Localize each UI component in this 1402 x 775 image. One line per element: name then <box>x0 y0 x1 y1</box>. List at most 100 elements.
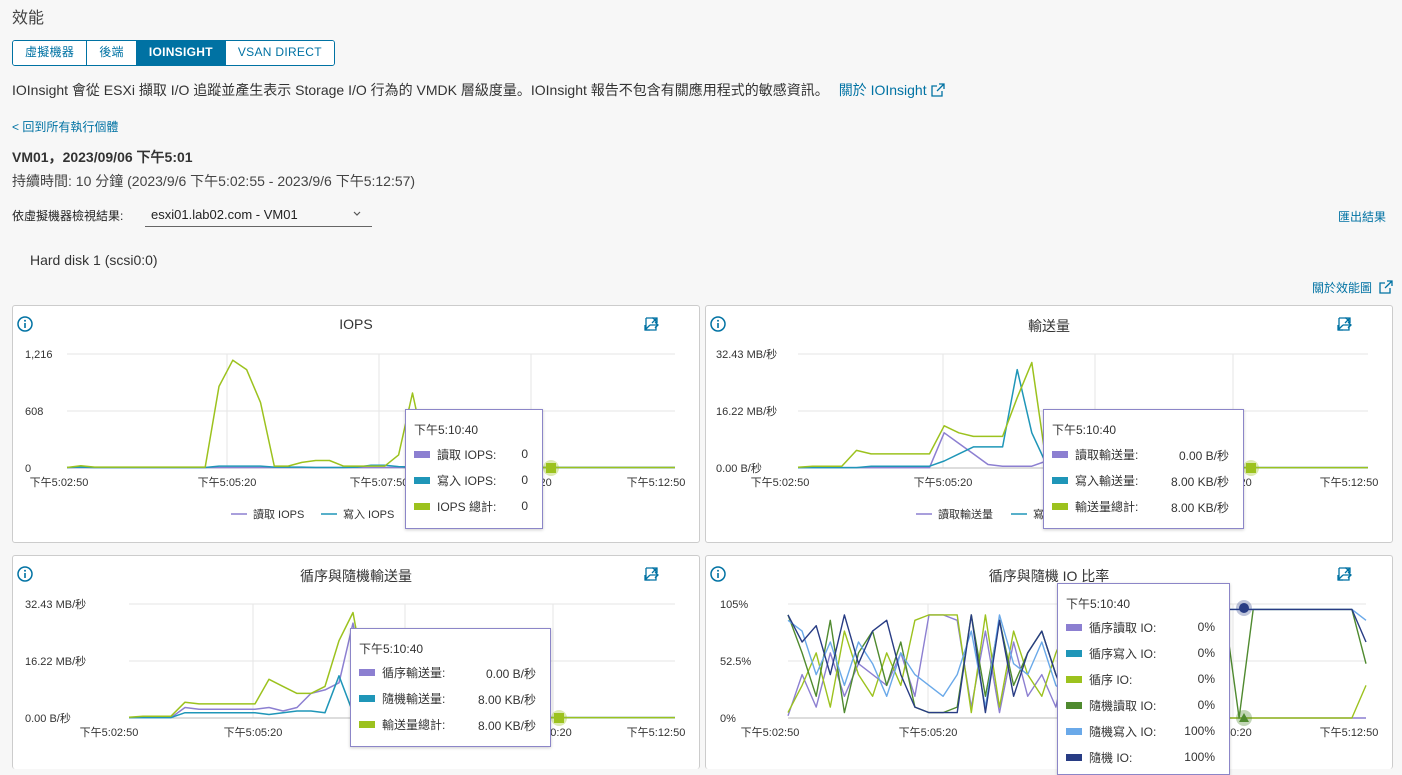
x-tick-label: 下午5:07:50 <box>350 476 409 489</box>
tooltip-label: 輸送量總計: <box>1075 500 1139 514</box>
iops-chart[interactable]: 1,2166080下午5:02:50下午5:05:20下午5:07:500:20… <box>13 306 699 542</box>
y-tick-label: 608 <box>25 406 43 418</box>
tooltip-row: 隨機輸送量: <box>359 691 445 707</box>
tooltip-label: 循序 IO: <box>1089 673 1133 687</box>
about-ioinsight-label: 關於 IOInsight <box>838 82 927 98</box>
x-tick-label: 下午5:02:50 <box>80 726 139 739</box>
series-line <box>66 359 675 469</box>
tooltip-row: IOPS 總計: <box>414 499 496 515</box>
legend-swatch <box>414 503 430 510</box>
tooltip-row: 寫入輸送量: <box>1052 473 1138 489</box>
seq-random-ratio-card: 105% 52.5% 0% 下午5:02:50 下午5:05:20 0:20 下午5:12:… <box>705 555 1393 775</box>
tooltip-row: 隨機寫入 IO: <box>1066 724 1156 740</box>
tooltip-label: 循序輸送量: <box>382 666 446 680</box>
seq-random-throughput-title: 循序與隨機輸送量 <box>13 566 699 586</box>
x-tick-label: 0:20 <box>550 727 571 739</box>
tooltip-label: 隨機輸送量: <box>382 692 446 706</box>
external-link-icon <box>1379 280 1394 294</box>
tooltip-label: 隨機 IO: <box>1089 751 1133 765</box>
seq-random-ratio-title: 循序與隨機 IO 比率 <box>706 566 1392 586</box>
seq-random-ratio-title-text: 循序與隨機 IO 比率 <box>988 568 1110 584</box>
hover-marker <box>546 463 556 473</box>
y-tick-label: 16.22 MB/秒 <box>716 404 777 418</box>
x-tick-label: 下午5:05:20 <box>899 726 958 739</box>
y-tick-label: 1,216 <box>25 349 53 361</box>
tooltip-label: 隨機讀取 IO: <box>1089 699 1157 713</box>
tab-vm[interactable]: 虛擬機器 <box>13 41 88 65</box>
tooltip-value: 100% <box>1184 724 1215 738</box>
expand-icon[interactable] <box>1337 566 1380 582</box>
tooltip-label: 循序讀取 IO: <box>1089 621 1157 635</box>
seq-random-ratio-tooltip: 下午5:10:40 循序讀取 IO: 0% 循序寫入 IO: 0% 循序 IO:… <box>1057 583 1230 775</box>
legend-swatch <box>1052 451 1068 458</box>
throughput-chart-title: 輸送量 <box>706 316 1392 336</box>
about-chart-link[interactable]: 關於效能圖 <box>1312 279 1394 296</box>
page-title: 效能 <box>12 10 45 27</box>
vm-filter-value: esxi01.lab02.com - VM01 <box>151 207 298 222</box>
external-link-icon <box>930 83 945 97</box>
x-tick-label: 下午5:12:50 <box>1320 476 1379 489</box>
tooltip-time: 下午5:10:40 <box>1066 597 1131 611</box>
tab-vsan-direct[interactable]: VSAN DIRECT <box>225 41 334 65</box>
tooltip-value: 0 <box>521 447 528 461</box>
tooltip-row: 循序輸送量: <box>359 665 445 681</box>
legend-swatch <box>359 721 375 728</box>
tab-ioinsight[interactable]: IOINSIGHT <box>136 41 226 65</box>
x-tick-label: 下午5:12:50 <box>627 726 686 739</box>
info-icon[interactable] <box>17 566 33 582</box>
tooltip-label: 隨機寫入 IO: <box>1089 725 1157 739</box>
tooltip-label: 寫入輸送量: <box>1075 474 1139 488</box>
iops-chart-card: 1,2166080下午5:02:50下午5:05:20下午5:07:500:20… <box>12 305 700 543</box>
tooltip-value: 0% <box>1197 646 1215 660</box>
duration-text: 持續時間: 10 分鐘 (2023/9/6 下午5:02:55 - 2023/9… <box>12 173 416 189</box>
info-icon[interactable] <box>710 566 726 582</box>
tooltip-value: 8.00 KB/秒 <box>1170 475 1229 489</box>
y-tick-label: 16.22 MB/秒 <box>25 654 86 668</box>
throughput-tooltip: 下午5:10:40 讀取輸送量: 0.00 B/秒 寫入輸送量: 8.00 KB… <box>1043 409 1244 529</box>
tooltip-value: 8.00 KB/秒 <box>477 719 536 733</box>
legend-swatch <box>1066 754 1082 761</box>
expand-icon[interactable] <box>644 566 687 582</box>
hover-marker <box>554 713 564 723</box>
seq-random-ratio-chart[interactable]: 105% 52.5% 0% 下午5:02:50 下午5:05:20 0:20 下午5:12:… <box>706 556 1392 769</box>
tooltip-value: 0.00 B/秒 <box>485 667 536 681</box>
x-tick-label: 下午5:02:50 <box>751 476 810 489</box>
info-icon[interactable] <box>710 316 726 332</box>
tab-backend[interactable]: 後端 <box>87 41 137 65</box>
tab-bar: 虛擬機器 後端 IOINSIGHT VSAN DIRECT <box>12 40 335 66</box>
legend-swatch <box>414 477 430 484</box>
tooltip-time: 下午5:10:40 <box>359 642 424 656</box>
expand-icon[interactable] <box>644 316 687 332</box>
throughput-chart-card: 32.43 MB/秒 16.22 MB/秒 0.00 B/秒 下午5:02:50 下午5… <box>705 305 1393 543</box>
tooltip-label: 讀取輸送量: <box>1075 448 1139 462</box>
tooltip-row: 寫入 IOPS: <box>414 473 496 489</box>
tooltip-value: 8.00 KB/秒 <box>1170 501 1229 515</box>
tooltip-row: 讀取 IOPS: <box>414 447 496 463</box>
vm-filter-select[interactable]: esxi01.lab02.com - VM01 <box>145 204 372 227</box>
legend-label: 讀取輸送量 <box>938 507 993 521</box>
info-icon[interactable] <box>17 316 33 332</box>
legend-swatch <box>1066 650 1082 657</box>
about-ioinsight-link[interactable]: 關於 IOInsight <box>839 82 945 98</box>
tooltip-time: 下午5:10:40 <box>414 423 479 437</box>
tooltip-value: 0 <box>521 473 528 487</box>
iops-tooltip: 下午5:10:40 讀取 IOPS: 0 寫入 IOPS: 0 IOPS 總計:… <box>405 409 543 529</box>
seq-random-throughput-card: 32.43 MB/秒 16.22 MB/秒 0.00 B/秒 下午5:02:50 下午5… <box>12 555 700 769</box>
expand-icon[interactable] <box>1337 316 1380 332</box>
tooltip-value: 0 <box>521 499 528 513</box>
tooltip-row: 輸送量總計: <box>359 717 445 733</box>
back-link[interactable]: < 回到所有執行個體 <box>12 118 118 135</box>
legend-swatch <box>1066 676 1082 683</box>
x-tick-label: 下午5:12:50 <box>627 476 686 489</box>
tooltip-label: 循序寫入 IO: <box>1089 647 1157 661</box>
export-results-link[interactable]: 匯出結果 <box>1338 208 1386 225</box>
tooltip-row: 隨機讀取 IO: <box>1066 698 1156 714</box>
disk-label: Hard disk 1 (scsi0:0) <box>30 252 158 268</box>
tooltip-label: 輸送量總計: <box>382 718 446 732</box>
x-tick-label: 0:20 <box>1230 727 1251 739</box>
seq-random-ratio-card-actions <box>1336 566 1380 582</box>
about-chart-label: 關於效能圖 <box>1312 281 1373 295</box>
chevron-down-icon <box>353 211 361 216</box>
tooltip-label: 寫入 IOPS: <box>437 474 497 488</box>
tooltip-value: 0% <box>1197 672 1215 686</box>
